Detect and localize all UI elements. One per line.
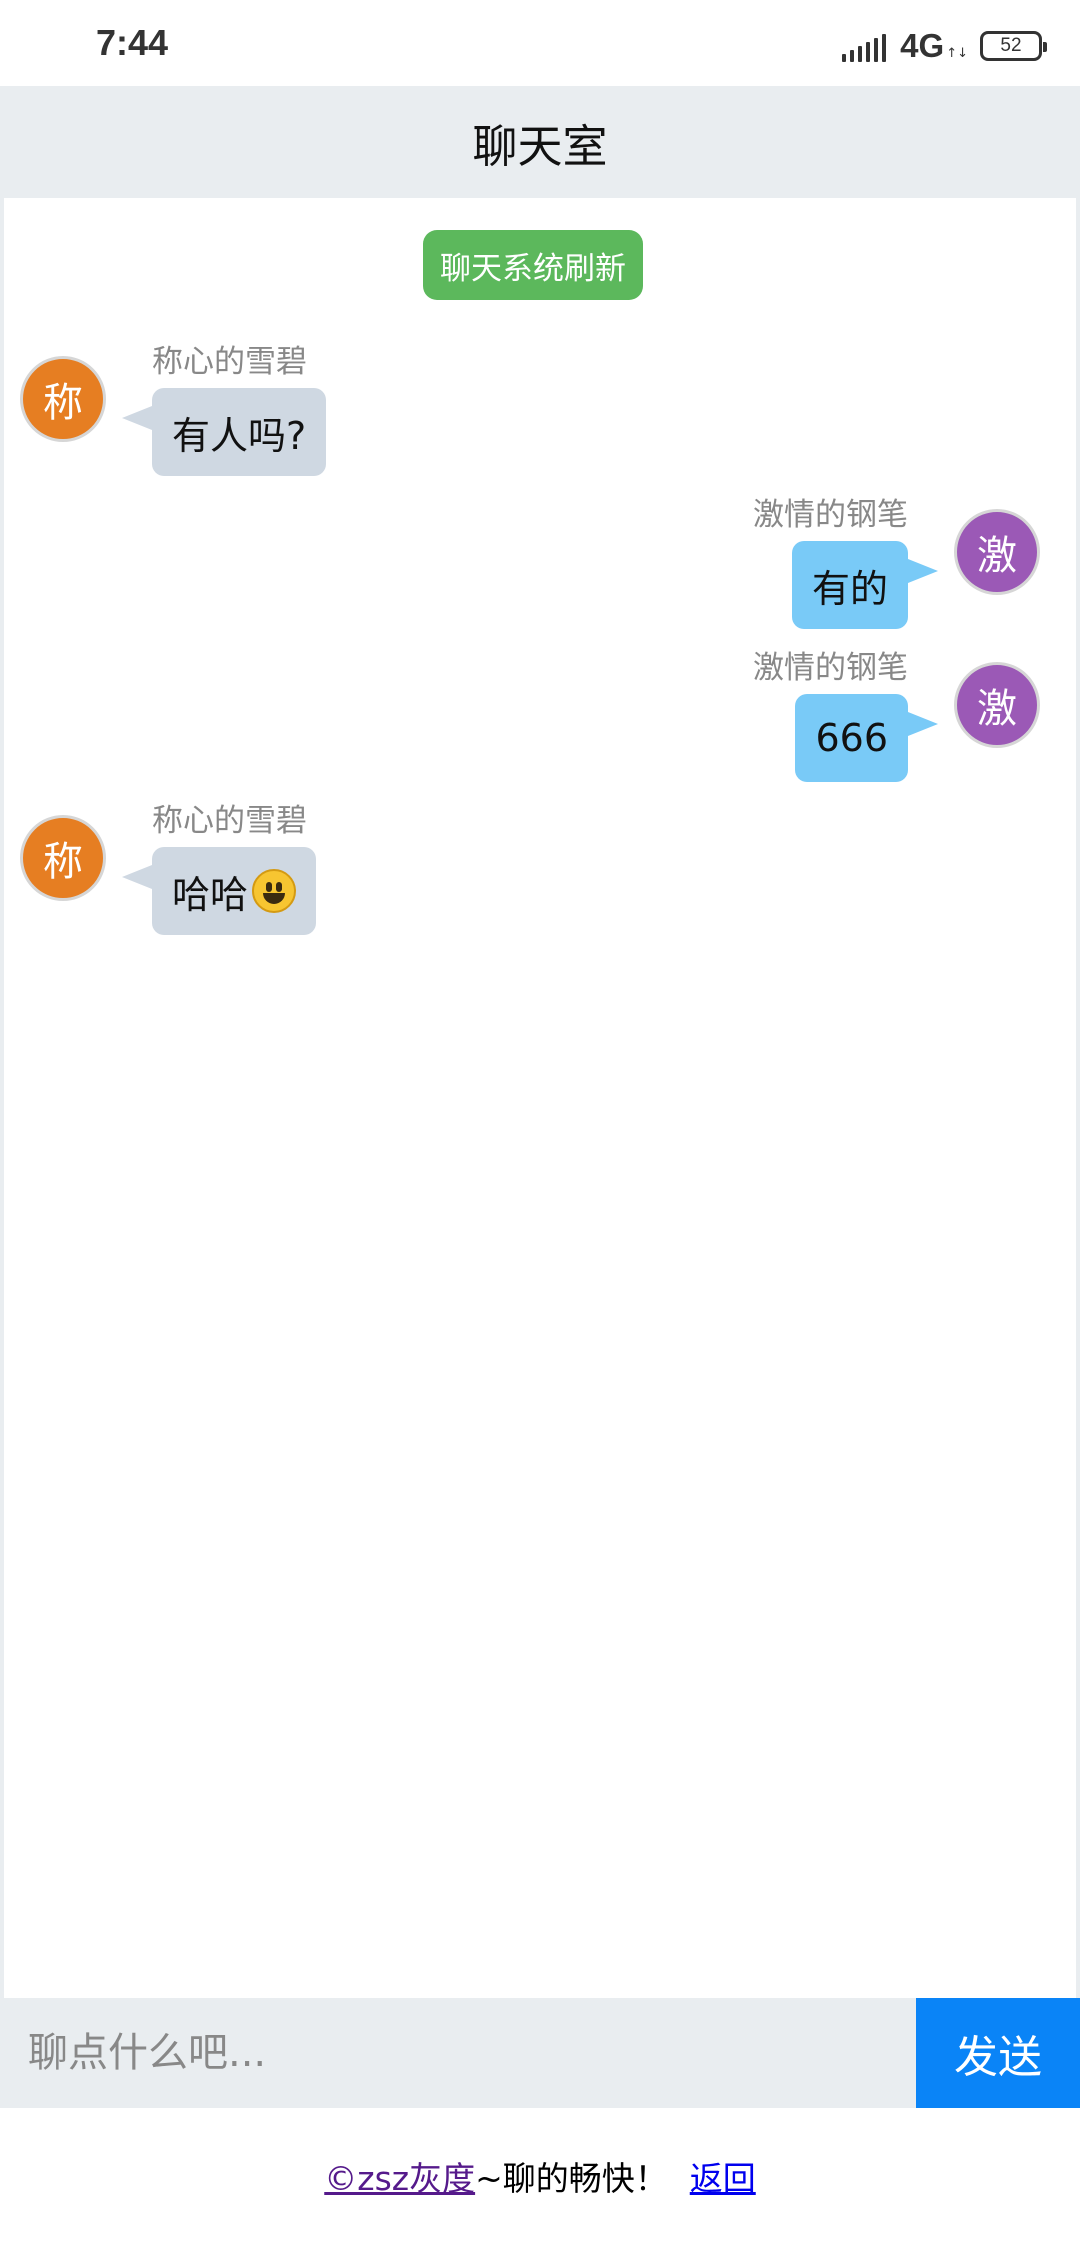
status-indicators: 4G ↑↓ 52 bbox=[842, 26, 1047, 66]
message-bubble[interactable]: 哈哈 bbox=[121, 847, 317, 935]
message-bubble[interactable]: 666 bbox=[795, 694, 938, 782]
avatar[interactable]: 称 bbox=[20, 356, 106, 442]
footer-slogan: ~聊的畅快！ bbox=[475, 2159, 668, 2198]
message-bubble[interactable]: 有的 bbox=[791, 541, 939, 629]
chat-area[interactable]: 聊天系统刷新 称 称心的雪碧 有人吗? 激 激情的钢笔 有的 激 激情的钢笔 6… bbox=[0, 198, 1080, 1998]
battery-icon: 52 bbox=[980, 31, 1047, 61]
refresh-button[interactable]: 聊天系统刷新 bbox=[423, 230, 643, 300]
message-text: 哈哈 bbox=[172, 872, 249, 917]
copyright-link[interactable]: ©zsz灰度 bbox=[324, 2152, 475, 2200]
avatar[interactable]: 激 bbox=[954, 662, 1040, 748]
back-link[interactable]: 返回 bbox=[690, 2152, 756, 2200]
sender-name: 称心的雪碧 bbox=[152, 803, 307, 839]
network-type: 4G bbox=[900, 27, 945, 64]
signal-icon bbox=[842, 30, 887, 62]
chat-message: 激 激情的钢笔 有的 bbox=[4, 497, 1076, 659]
status-bar: 7:44 4G ↑↓ 52 bbox=[0, 0, 1080, 86]
sender-name: 称心的雪碧 bbox=[152, 344, 307, 380]
battery-level: 52 bbox=[1000, 35, 1022, 56]
message-text: 有的 bbox=[811, 566, 888, 611]
composer-bar: 发送 bbox=[0, 1998, 1080, 2108]
title-bar: 聊天室 bbox=[0, 86, 1080, 198]
message-input[interactable] bbox=[0, 1998, 916, 2108]
sender-name: 激情的钢笔 bbox=[753, 650, 908, 686]
page-title: 聊天室 bbox=[472, 119, 608, 173]
send-button[interactable]: 发送 bbox=[916, 1998, 1080, 2108]
message-bubble[interactable]: 有人吗? bbox=[121, 388, 327, 476]
message-text: 有人吗? bbox=[172, 413, 307, 458]
avatar[interactable]: 称 bbox=[20, 815, 106, 901]
data-arrows-icon: ↑↓ bbox=[946, 45, 968, 61]
message-text: 666 bbox=[815, 716, 888, 760]
status-time: 7:44 bbox=[96, 22, 169, 63]
grinning-face-emoji-icon bbox=[252, 869, 297, 913]
sender-name: 激情的钢笔 bbox=[753, 497, 908, 533]
footer: ©zsz灰度 ~聊的畅快！ 返回 bbox=[0, 2108, 1080, 2244]
chat-message: 称 称心的雪碧 有人吗? bbox=[4, 344, 1076, 506]
chat-message: 称 称心的雪碧 哈哈 bbox=[4, 803, 1076, 965]
avatar[interactable]: 激 bbox=[954, 509, 1040, 595]
chat-message: 激 激情的钢笔 666 bbox=[4, 650, 1076, 812]
